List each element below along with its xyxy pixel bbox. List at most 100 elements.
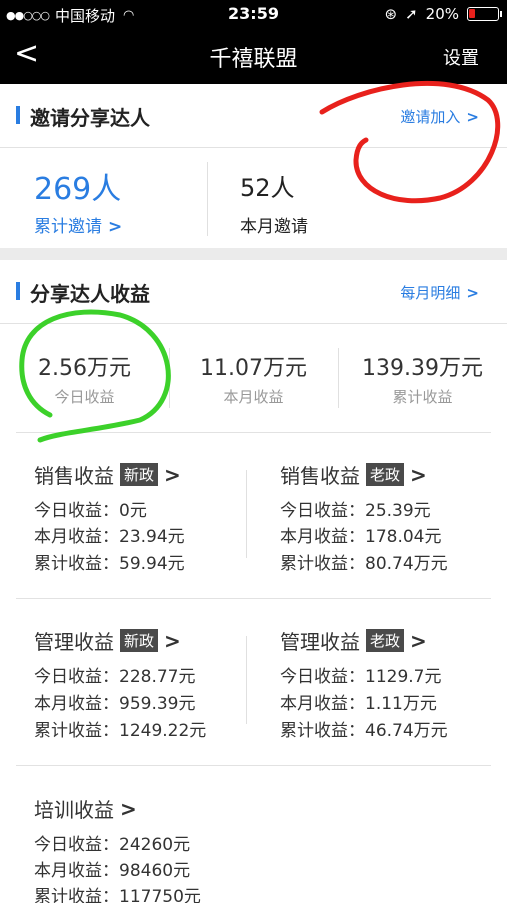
chevron-right-icon: >	[164, 628, 181, 653]
invite-month-label: 本月邀请	[240, 217, 308, 237]
row-value: 1249.22元	[119, 721, 207, 741]
block-sales-new-title[interactable]: 销售收益 新政 >	[34, 460, 181, 489]
section-marker	[16, 282, 20, 300]
row: 本月收益：98460元	[34, 856, 190, 881]
block-title-text: 管理收益	[280, 630, 360, 654]
summary-total-label: 累计收益	[392, 388, 453, 406]
row-label: 累计收益：	[34, 721, 119, 741]
row-value: 1.11万元	[365, 694, 437, 714]
block-training-title[interactable]: 培训收益 >	[34, 794, 137, 823]
row-label: 本月收益：	[280, 694, 365, 714]
divider	[207, 162, 208, 236]
row: 累计收益：1249.22元	[34, 716, 206, 741]
row-label: 本月收益：	[34, 527, 119, 547]
block-manage-new-title[interactable]: 管理收益 新政 >	[34, 626, 181, 655]
divider	[16, 765, 491, 766]
row-label: 今日收益：	[34, 501, 119, 521]
status-bar: ●●○○○ 中国移动 ◠ 23:59 ⊛ ➚ 20%	[0, 0, 507, 28]
battery-icon	[467, 7, 502, 21]
chevron-right-icon: >	[164, 462, 181, 487]
row-value: 23.94元	[119, 527, 185, 547]
monthly-detail-link[interactable]: 每月明细 >	[400, 282, 479, 303]
policy-tag: 老政	[366, 463, 405, 486]
summary-month-value: 11.07万元	[200, 356, 307, 381]
row-label: 本月收益：	[34, 861, 119, 881]
block-title-text: 管理收益	[34, 630, 114, 654]
location-icon: ➚	[405, 5, 418, 23]
row: 累计收益：117750元	[34, 882, 201, 903]
row: 本月收益：1.11万元	[280, 689, 437, 714]
row-label: 今日收益：	[280, 667, 365, 687]
invite-total-label: 累计邀请	[34, 217, 102, 237]
row: 累计收益：80.74万元	[280, 549, 448, 574]
row: 今日收益：228.77元	[34, 662, 195, 687]
row: 本月收益：178.04元	[280, 522, 441, 547]
row-label: 本月收益：	[34, 694, 119, 714]
summary-today-value: 2.56万元	[38, 356, 131, 381]
row: 累计收益：59.94元	[34, 549, 185, 574]
monthly-detail-label: 每月明细	[400, 284, 461, 302]
row-value: 24260元	[119, 835, 191, 855]
row: 今日收益：25.39元	[280, 496, 431, 521]
row-value: 178.04元	[365, 527, 442, 547]
row: 今日收益：0元	[34, 496, 147, 521]
divider	[246, 470, 247, 558]
invite-heading: 邀请分享达人	[30, 106, 150, 130]
row: 累计收益：46.74万元	[280, 716, 448, 741]
row-label: 今日收益：	[34, 667, 119, 687]
invite-total-link[interactable]: 累计邀请 >	[34, 212, 122, 237]
row-value: 25.39元	[365, 501, 431, 521]
row-value: 46.74万元	[365, 721, 448, 741]
page-title: 千禧联盟	[209, 47, 298, 72]
summary-today-label: 今日收益	[54, 388, 115, 406]
block-sales-old-title[interactable]: 销售收益 老政 >	[280, 460, 427, 489]
row-label: 本月收益：	[280, 527, 365, 547]
invite-total-value: 269人	[34, 172, 122, 207]
chevron-right-icon: >	[120, 796, 137, 821]
earnings-header: 分享达人收益 每月明细 >	[0, 260, 507, 324]
lock-rotation-icon: ⊛	[384, 5, 398, 23]
block-title-text: 销售收益	[34, 464, 114, 488]
row-value: 80.74万元	[365, 554, 448, 574]
row-label: 累计收益：	[280, 554, 365, 574]
row-label: 今日收益：	[280, 501, 365, 521]
chevron-right-icon: >	[410, 462, 427, 487]
battery-percent: 20%	[425, 5, 459, 23]
policy-tag: 新政	[120, 629, 159, 652]
divider	[246, 636, 247, 724]
divider	[16, 598, 491, 599]
divider	[16, 432, 491, 433]
row-value: 959.39元	[119, 694, 196, 714]
summary-total-value: 139.39万元	[362, 356, 483, 381]
row: 今日收益：24260元	[34, 830, 190, 855]
earnings-heading: 分享达人收益	[30, 282, 150, 306]
settings-button[interactable]: 设置	[443, 44, 479, 70]
invite-month-value: 52人	[240, 174, 295, 202]
chevron-right-icon: >	[466, 284, 479, 302]
row-value: 117750元	[119, 887, 201, 903]
status-right: ⊛ ➚ 20%	[384, 5, 502, 23]
battery-fill	[469, 9, 475, 18]
invite-header: 邀请分享达人 邀请加入 >	[0, 84, 507, 148]
row-label: 累计收益：	[34, 887, 119, 903]
section-marker	[16, 106, 20, 124]
block-title-text: 培训收益	[34, 798, 114, 822]
block-manage-old-title[interactable]: 管理收益 老政 >	[280, 626, 427, 655]
row-value: 228.77元	[119, 667, 196, 687]
row-value: 0元	[119, 501, 147, 521]
block-title-text: 销售收益	[280, 464, 360, 488]
nav-bar: < 千禧联盟 设置	[0, 28, 507, 84]
top-bar: ●●○○○ 中国移动 ◠ 23:59 ⊛ ➚ 20% < 千禧联盟 设置	[0, 0, 507, 84]
row-value: 59.94元	[119, 554, 185, 574]
row: 本月收益：959.39元	[34, 689, 195, 714]
policy-tag: 老政	[366, 629, 405, 652]
row: 今日收益：1129.7元	[280, 662, 441, 687]
invite-join-link[interactable]: 邀请加入 >	[400, 106, 479, 127]
chevron-right-icon: >	[108, 217, 123, 237]
row-label: 累计收益：	[280, 721, 365, 741]
summary-month-label: 本月收益	[223, 388, 284, 406]
row-value: 1129.7元	[365, 667, 442, 687]
invite-join-label: 邀请加入	[400, 108, 461, 126]
row-label: 累计收益：	[34, 554, 119, 574]
chevron-right-icon: >	[410, 628, 427, 653]
